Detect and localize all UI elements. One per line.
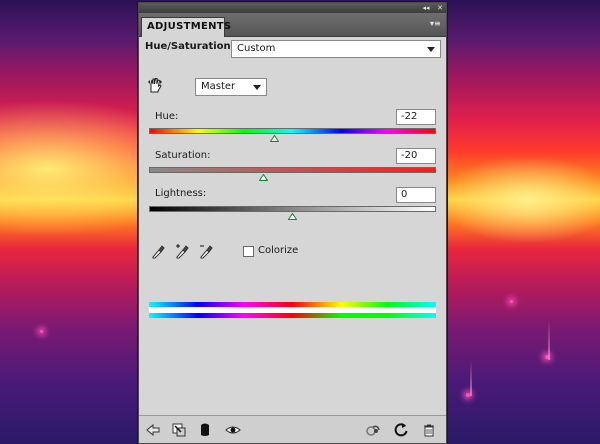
output-color-spectrum-bar	[149, 313, 436, 318]
hue-slider-track[interactable]	[149, 128, 436, 134]
saturation-slider-thumb[interactable]	[259, 174, 269, 181]
hue-slider-thumb[interactable]	[270, 135, 280, 142]
eyedropper-minus-icon[interactable]	[199, 243, 213, 259]
panel-footer-toolbar	[139, 415, 446, 443]
colorize-checkbox[interactable]	[243, 246, 254, 257]
panel-titlebar[interactable]: ◂◂ ✕	[139, 3, 446, 13]
saturation-label: Saturation:	[155, 150, 211, 161]
lightness-slider-thumb[interactable]	[288, 213, 297, 220]
previous-state-icon[interactable]	[365, 422, 381, 438]
adjustment-title: Hue/Saturation	[145, 41, 231, 52]
saturation-input[interactable]: -20	[396, 148, 436, 164]
eyedropper-plus-icon[interactable]	[175, 243, 189, 259]
trash-icon[interactable]	[421, 422, 437, 438]
clip-to-layer-icon[interactable]	[171, 422, 187, 438]
lightness-slider-track[interactable]	[149, 206, 436, 212]
lightness-label: Lightness:	[155, 188, 207, 199]
hue-input[interactable]: -22	[396, 109, 436, 125]
tab-adjustments[interactable]: ADJUSTMENTS	[141, 17, 231, 37]
chevron-down-icon	[253, 85, 261, 90]
chevron-down-icon	[427, 47, 435, 52]
lightness-input[interactable]: 0	[396, 187, 436, 203]
preset-value: Custom	[237, 43, 276, 54]
input-color-spectrum-bar	[149, 302, 436, 313]
background-sparkle	[40, 330, 43, 333]
panel-menu-button[interactable]: ▾≡	[430, 19, 442, 29]
colorize-label: Colorize	[258, 245, 299, 256]
channel-value: Master	[201, 81, 236, 92]
panel-tab-row: ADJUSTMENTS ▾≡	[139, 13, 446, 37]
channel-dropdown[interactable]: Master	[195, 78, 267, 96]
saturation-slider-track[interactable]	[149, 167, 436, 173]
background-sparkle	[510, 300, 513, 303]
background-streak	[548, 320, 550, 360]
visibility-eye-icon[interactable]	[225, 422, 241, 438]
back-arrow-icon[interactable]	[145, 422, 161, 438]
preset-dropdown[interactable]: Custom	[231, 40, 441, 58]
hand-adjust-icon[interactable]	[147, 76, 163, 94]
adjustments-panel: ◂◂ ✕ ADJUSTMENTS ▾≡ Hue/Saturation Custo…	[138, 2, 447, 444]
reset-icon[interactable]	[393, 422, 409, 438]
hue-label: Hue:	[155, 111, 179, 122]
eyedropper-icon[interactable]	[151, 243, 165, 259]
background-streak	[470, 360, 472, 396]
collapse-panel-button[interactable]: ◂◂	[420, 3, 432, 13]
layer-mask-icon[interactable]	[197, 422, 213, 438]
close-panel-button[interactable]: ✕	[434, 3, 446, 13]
